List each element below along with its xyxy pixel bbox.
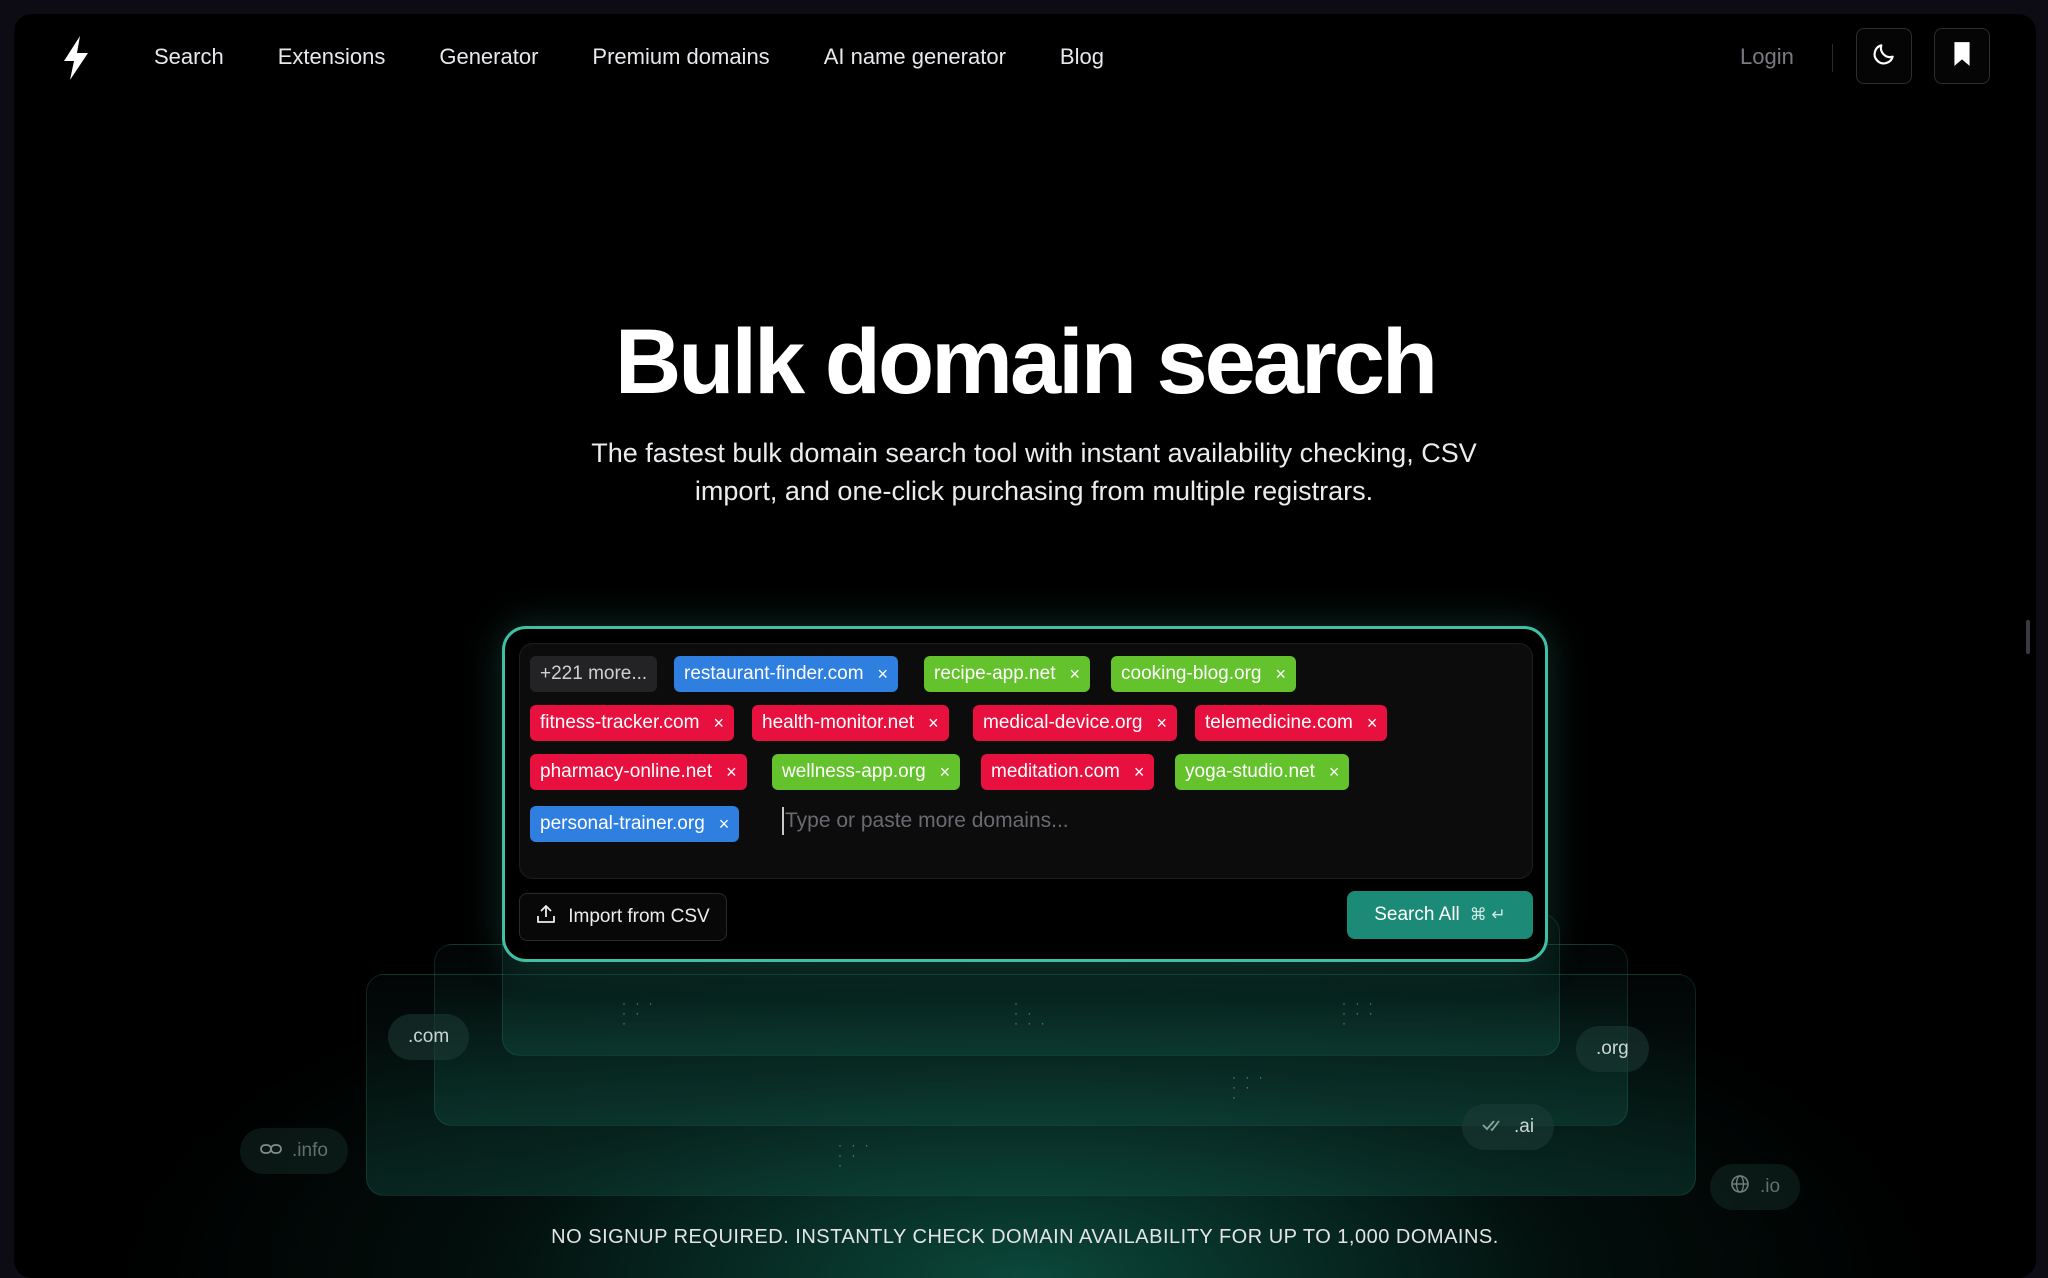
domain-chip: meditation.com × xyxy=(981,754,1155,790)
remove-domain-button[interactable]: × xyxy=(713,713,724,734)
decorative-dots: · · · · · · xyxy=(838,1138,872,1172)
domain-chip-label: fitness-tracker.com xyxy=(540,712,700,733)
remove-domain-button[interactable]: × xyxy=(726,762,737,783)
bookmark-icon xyxy=(1951,41,1973,72)
globe-icon xyxy=(1730,1174,1760,1200)
domain-chip: wellness-app.org × xyxy=(772,754,961,790)
remove-domain-button[interactable]: × xyxy=(719,814,730,835)
nav-link-search[interactable]: Search xyxy=(154,44,224,70)
domain-chip: yoga-studio.net × xyxy=(1175,754,1350,790)
tld-chip-io: .io xyxy=(1710,1164,1801,1210)
scrollbar-thumb[interactable] xyxy=(2026,620,2030,654)
domain-chip: cooking-blog.org × xyxy=(1111,656,1296,692)
decorative-dots: · · · · · · xyxy=(622,996,656,1030)
search-all-button[interactable]: Search All ⌘ ↵ xyxy=(1347,891,1533,939)
import-csv-label: Import from CSV xyxy=(568,906,710,927)
nav-link-generator[interactable]: Generator xyxy=(439,44,538,70)
upload-icon xyxy=(536,904,568,930)
domain-chip-label: yoga-studio.net xyxy=(1185,761,1315,782)
tld-chip-label: .ai xyxy=(1514,1116,1535,1137)
domain-input-placeholder[interactable]: Type or paste more domains... xyxy=(785,809,1069,833)
domain-chip-label: medical-device.org xyxy=(983,712,1143,733)
domain-chip-label: pharmacy-online.net xyxy=(540,761,713,782)
domain-chip-label: recipe-app.net xyxy=(934,663,1056,684)
remove-domain-button[interactable]: × xyxy=(1156,713,1167,734)
remove-domain-button[interactable]: × xyxy=(1367,713,1378,734)
domain-chip: restaurant-finder.com × xyxy=(674,656,899,692)
decorative-dots: · · · · · · xyxy=(1014,996,1048,1030)
moon-icon xyxy=(1871,41,1897,72)
remove-domain-button[interactable]: × xyxy=(928,713,939,734)
login-link[interactable]: Login xyxy=(1740,44,1794,70)
domain-chip: pharmacy-online.net × xyxy=(530,754,747,790)
remove-domain-button[interactable]: × xyxy=(1275,664,1286,685)
footnote-text: NO SIGNUP REQUIRED. INSTANTLY CHECK DOMA… xyxy=(551,1226,1499,1248)
tld-chip-info: .info xyxy=(240,1128,348,1174)
decorative-dots: · · · · · · · xyxy=(1342,996,1376,1030)
top-navigation: Search Extensions Generator Premium doma… xyxy=(14,14,2036,100)
domain-chip: telemedicine.com × xyxy=(1195,705,1388,741)
decorative-dots: · · · · · · xyxy=(1232,1070,1266,1104)
page-subtitle: The fastest bulk domain search tool with… xyxy=(591,438,1477,506)
tld-chip-label: .com xyxy=(408,1026,450,1047)
domain-chip: fitness-tracker.com × xyxy=(530,705,734,741)
remove-domain-button[interactable]: × xyxy=(878,664,889,685)
remove-domain-button[interactable]: × xyxy=(1329,762,1340,783)
tld-chip-label: .org xyxy=(1596,1038,1629,1059)
app-window: Search Extensions Generator Premium doma… xyxy=(14,14,2036,1278)
domain-chip-label: restaurant-finder.com xyxy=(684,663,864,684)
page-title: Bulk domain search xyxy=(614,311,1438,413)
tld-chip-ai: .ai xyxy=(1462,1104,1555,1150)
tld-chip-com: .com xyxy=(388,1014,470,1060)
nav-link-ai-name-generator[interactable]: AI name generator xyxy=(824,44,1006,70)
remove-domain-button[interactable]: × xyxy=(940,762,951,783)
bulk-search-panel: +221 more... restaurant-finder.com × rec… xyxy=(502,626,1548,962)
domain-chip-label: cooking-blog.org xyxy=(1121,663,1262,684)
keyboard-shortcut-hint: ⌘ ↵ xyxy=(1469,905,1506,924)
nav-divider xyxy=(1832,44,1833,72)
import-csv-button[interactable]: Import from CSV xyxy=(519,893,727,941)
lightning-bolt-icon[interactable] xyxy=(60,36,92,80)
tld-chip-org: .org xyxy=(1576,1026,1649,1072)
tld-chip-label: .io xyxy=(1760,1176,1781,1197)
domain-chip-label: meditation.com xyxy=(991,761,1120,782)
search-all-label: Search All xyxy=(1374,904,1460,925)
domain-chip-label: wellness-app.org xyxy=(782,761,926,782)
domain-tag-input[interactable]: +221 more... restaurant-finder.com × rec… xyxy=(519,643,1533,879)
remove-domain-button[interactable]: × xyxy=(1069,664,1080,685)
more-domains-chip[interactable]: +221 more... xyxy=(530,656,658,692)
domain-chip: health-monitor.net × xyxy=(752,705,949,741)
link-icon xyxy=(260,1140,292,1162)
domain-chip: personal-trainer.org × xyxy=(530,806,740,842)
domain-chip-label: health-monitor.net xyxy=(762,712,915,733)
theme-toggle-button[interactable] xyxy=(1856,28,1912,84)
domain-chip: medical-device.org × xyxy=(973,705,1177,741)
text-caret xyxy=(782,807,784,835)
nav-link-blog[interactable]: Blog xyxy=(1060,44,1104,70)
nav-link-premium-domains[interactable]: Premium domains xyxy=(592,44,769,70)
bookmarks-button[interactable] xyxy=(1934,28,1990,84)
nav-links: Search Extensions Generator Premium doma… xyxy=(154,14,1158,100)
domain-chip-label: telemedicine.com xyxy=(1205,712,1353,733)
double-check-icon xyxy=(1482,1116,1514,1138)
remove-domain-button[interactable]: × xyxy=(1134,762,1145,783)
domain-chip-label: personal-trainer.org xyxy=(540,813,705,834)
tld-chip-label: .info xyxy=(292,1140,328,1161)
domain-chip: recipe-app.net × xyxy=(924,656,1090,692)
nav-link-extensions[interactable]: Extensions xyxy=(278,44,386,70)
